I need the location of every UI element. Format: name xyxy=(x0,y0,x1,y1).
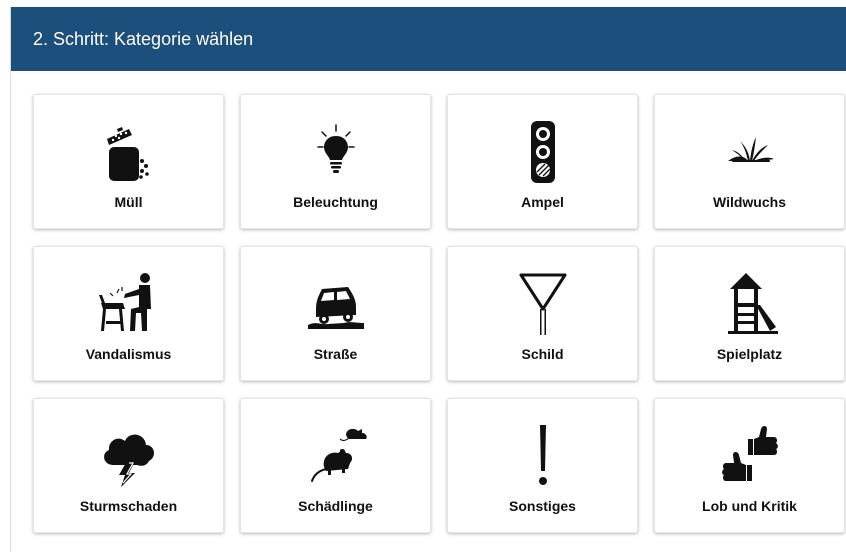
category-label: Schild xyxy=(521,346,564,362)
panel-header: 2. Schritt: Kategorie wählen xyxy=(11,7,846,71)
category-tile-spielplatz[interactable]: Spielplatz xyxy=(654,246,845,381)
trash-bin-icon xyxy=(89,117,169,185)
category-panel: 2. Schritt: Kategorie wählen Müll Beleuc… xyxy=(10,7,846,552)
page-title: 2. Schritt: Kategorie wählen xyxy=(33,28,254,49)
category-label: Vandalismus xyxy=(85,346,172,362)
storm-cloud-icon xyxy=(89,421,169,489)
category-label: Sturmschaden xyxy=(79,498,178,514)
thumbs-icon xyxy=(710,421,790,489)
category-label: Schädlinge xyxy=(298,498,373,514)
category-tile-schild[interactable]: Schild xyxy=(447,246,638,381)
playground-icon xyxy=(710,269,790,337)
category-tile-sonstiges[interactable]: Sonstiges xyxy=(447,398,638,533)
category-label: Ampel xyxy=(521,194,564,210)
light-bulb-icon xyxy=(296,117,376,185)
vandalism-icon xyxy=(89,269,169,337)
category-label: Straße xyxy=(313,346,358,362)
grass-icon xyxy=(710,117,790,185)
car-road-icon xyxy=(296,269,376,337)
category-label: Spielplatz xyxy=(716,346,783,362)
category-grid: Müll Beleuchtung Ampel Wildwuchs Vandali… xyxy=(33,94,845,533)
exclamation-icon xyxy=(503,421,583,489)
category-tile-vandalismus[interactable]: Vandalismus xyxy=(33,246,224,381)
category-tile-strasse[interactable]: Straße xyxy=(240,246,431,381)
category-tile-schaedlinge[interactable]: Schädlinge xyxy=(240,398,431,533)
category-tile-ampel[interactable]: Ampel xyxy=(447,94,638,229)
category-label: Müll xyxy=(114,194,143,210)
category-tile-beleuchtung[interactable]: Beleuchtung xyxy=(240,94,431,229)
category-label: Wildwuchs xyxy=(713,194,786,210)
rats-icon xyxy=(296,421,376,489)
category-label: Sonstiges xyxy=(509,498,576,514)
category-tile-sturmschaden[interactable]: Sturmschaden xyxy=(33,398,224,533)
category-label: Lob und Kritik xyxy=(702,498,797,514)
category-tile-wildwuchs[interactable]: Wildwuchs xyxy=(654,94,845,229)
category-label: Beleuchtung xyxy=(293,194,378,210)
yield-sign-icon xyxy=(503,269,583,337)
category-tile-muell[interactable]: Müll xyxy=(33,94,224,229)
traffic-light-icon xyxy=(503,117,583,185)
category-tile-lob-und-kritik[interactable]: Lob und Kritik xyxy=(654,398,845,533)
